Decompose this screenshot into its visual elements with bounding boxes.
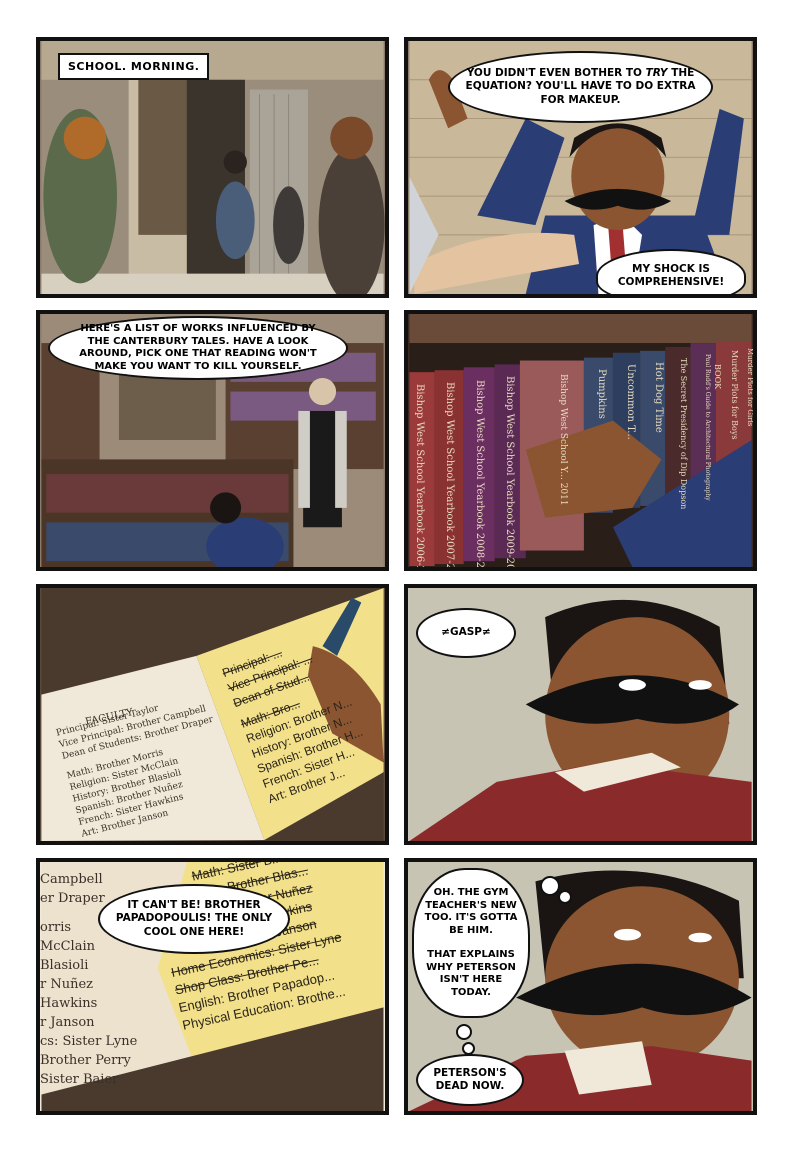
faculty-fragment: Hawkins [40, 996, 98, 1011]
faculty-fragment: r Janson [40, 1015, 95, 1030]
panel-2-teacher: You didn't even bother to try the equati… [404, 37, 757, 298]
faculty-fragment: Brother Perry [40, 1053, 131, 1068]
thought-bubble-peterson-dead: Peterson's dead now. [416, 1054, 524, 1106]
speech-text-cant-be: It can't be! Brother Papadopoulis! The o… [115, 899, 273, 938]
thought-bubble-gym-teacher: Oh. The gym teacher's new too. It's gott… [412, 868, 530, 1018]
speech-text-1: You didn't even bother to [466, 67, 642, 80]
speech-bubble-shock: My shock is comprehensive! [596, 249, 746, 294]
thought-text-peterson: Peterson's dead now. [433, 1066, 507, 1092]
spine-hot-dog-time: Hot Dog Time [653, 362, 664, 433]
spine-yearbook-2011[interactable]: Bishop West School Y... 2011 [558, 374, 568, 506]
faculty-fragment: Campbell [40, 872, 103, 887]
spine-uncommon: Uncommon T... [625, 364, 636, 440]
thought-text-1: Oh. The gym teacher's new too. It's gott… [424, 887, 518, 936]
speech-text-canterbury: Here's a list of works influenced by the… [79, 323, 317, 372]
thought-dot [456, 1024, 472, 1040]
spine-murder-plots-girls: Murder Plots for Girls [746, 348, 754, 427]
panel-3-library: Here's a list of works influenced by the… [36, 310, 389, 571]
faculty-fragment: cs: Sister Lyne [40, 1034, 138, 1049]
panel-7-highlighted-list: Campbell er Draper orris McClain Blasiol… [36, 858, 389, 1115]
spine-yearbook-2006: Bishop West School Yearbook 2006-2007 [414, 384, 425, 571]
spine-book: BOOK [713, 364, 722, 390]
speech-text-shock: My shock is comprehensive! [617, 262, 725, 288]
panel-4-bookshelf: Bishop West School Yearbook 2006-2007 Bi… [404, 310, 757, 571]
panel-6-gasp: ≠GASP≠ [404, 584, 757, 845]
speech-bubble-cant-be: It can't be! Brother Papadopoulis! The o… [98, 884, 290, 954]
thought-dot [540, 876, 560, 896]
spine-yearbook-2007: Bishop West School Yearbook 2007-2008 [444, 382, 455, 571]
spine-secret-presidency: The Secret Presidency of Dip Dopson [679, 358, 688, 510]
bookshelf-illustration [409, 314, 752, 567]
caption-school-morning: School. Morning. [58, 53, 210, 80]
thought-dot [558, 890, 572, 904]
faculty-fragment: Sister Baier [40, 1072, 119, 1087]
thought-text-2: That explains why Peterson isn't here to… [426, 949, 516, 998]
speech-text-gasp: ≠GASP≠ [441, 626, 491, 639]
speech-bubble-gasp: ≠GASP≠ [416, 608, 516, 658]
panel-5-faculty-page: FACULTY Principal: Sister Taylor Vice Pr… [36, 584, 389, 845]
spine-paul-rudd: Paul Rudd's Guide to Architectural Photo… [704, 354, 711, 501]
panel-1-hallway: School. Morning. [36, 37, 389, 298]
spine-yearbook-2009: Bishop West School Yearbook 2009-2010 [504, 376, 515, 571]
spine-yearbook-2008: Bishop West School Yearbook 2008-2009 [474, 380, 485, 571]
panel-8-thinking: Oh. The gym teacher's new too. It's gott… [404, 858, 757, 1115]
speech-emphasis: try [645, 67, 668, 80]
faculty-fragment: r Nuñez [40, 977, 94, 992]
spine-murder-plots-boys: Murder Plots for Boys [730, 350, 739, 440]
speech-bubble-equation: You didn't even bother to try the equati… [448, 51, 713, 123]
speech-bubble-canterbury: Here's a list of works influenced by the… [48, 316, 348, 380]
spine-pumpkins: Pumpkins [596, 369, 607, 419]
faculty-fragment: Blasioli [40, 958, 89, 973]
